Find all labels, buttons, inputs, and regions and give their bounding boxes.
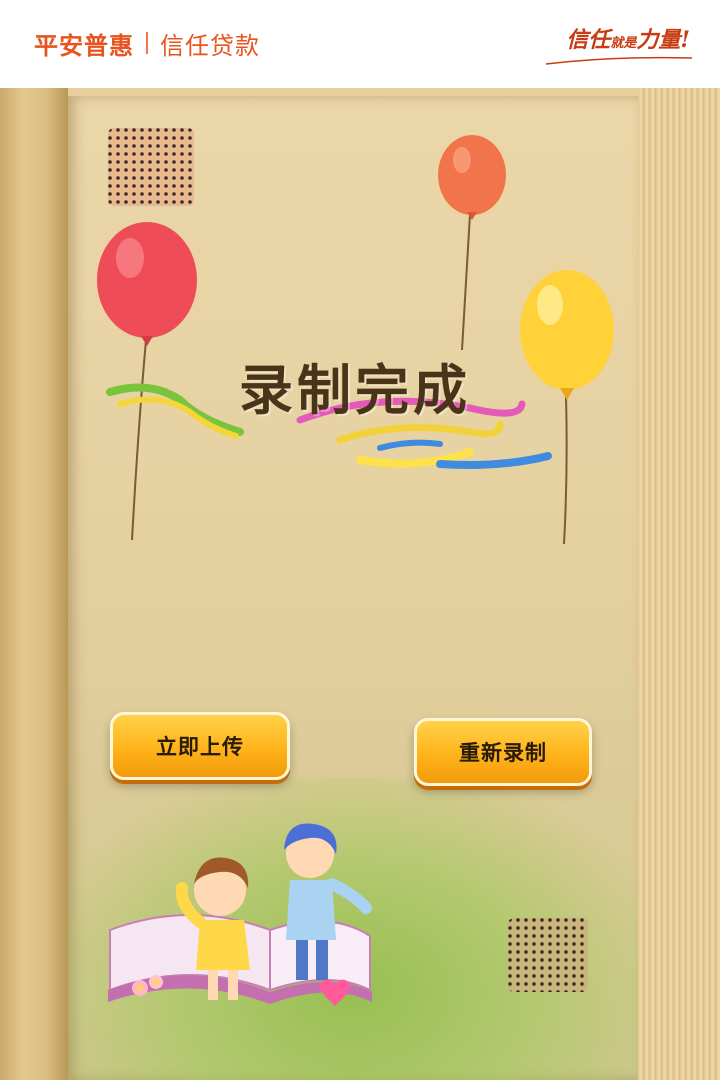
book-left-cover bbox=[0, 88, 68, 1080]
slogan-part-3: 力量! bbox=[636, 27, 690, 53]
speaker-grille-icon bbox=[108, 128, 194, 206]
slogan-part-2: 就是 bbox=[610, 36, 637, 51]
rerecord-button[interactable]: 重新录制 bbox=[414, 718, 592, 786]
slogan-part-1: 信任 bbox=[566, 27, 611, 53]
speaker-grille-icon bbox=[508, 918, 588, 992]
slogan: 信任就是力量! bbox=[566, 22, 690, 54]
brand-logo: 平安普惠 信任贷款 bbox=[34, 26, 260, 60]
book-page-stack bbox=[638, 88, 720, 1080]
kids-reading-illustration bbox=[108, 823, 372, 1006]
brand-name: 平安普惠 bbox=[34, 31, 134, 60]
brand-subtitle: 信任贷款 bbox=[160, 31, 260, 60]
upload-now-button[interactable]: 立即上传 bbox=[110, 712, 290, 780]
app-header: 平安普惠 信任贷款 信任就是力量! bbox=[0, 0, 720, 88]
slogan-underline bbox=[545, 56, 693, 65]
page-title: 录制完成 bbox=[239, 359, 471, 422]
brand-divider bbox=[146, 32, 148, 54]
